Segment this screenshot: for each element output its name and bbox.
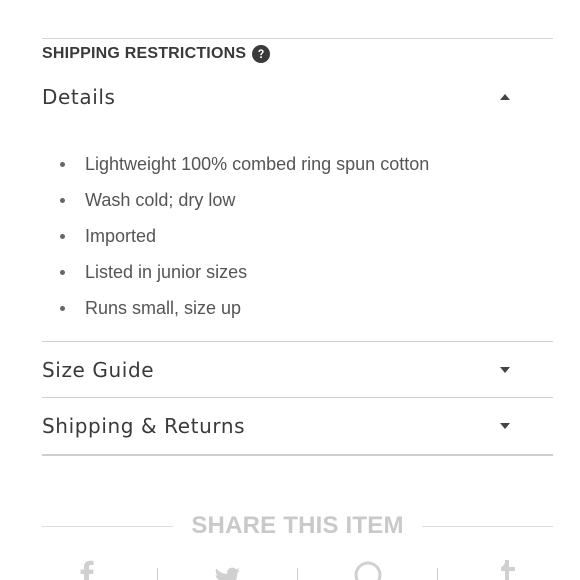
list-item: Runs small, size up	[42, 290, 429, 326]
list-item-text: Runs small, size up	[85, 297, 242, 318]
details-title: Details	[42, 85, 116, 109]
social-share-row	[42, 560, 553, 580]
bullet-icon	[60, 197, 65, 203]
top-divider	[42, 38, 553, 39]
facebook-icon[interactable]	[67, 560, 107, 580]
share-title: SHARE THIS ITEM	[191, 512, 404, 539]
pinterest-icon[interactable]	[348, 560, 388, 580]
social-divider	[156, 568, 158, 580]
divider	[42, 397, 553, 398]
share-line-left	[42, 525, 174, 527]
list-item: Wash cold; dry low	[42, 182, 429, 218]
list-item-text: Wash cold; dry low	[85, 189, 236, 210]
bullet-icon	[60, 233, 65, 239]
caret-down-icon	[500, 423, 510, 429]
list-item: Lightweight 100% combed ring spun cotton	[42, 146, 429, 182]
divider	[42, 341, 553, 342]
shipping-returns-title: Shipping & Returns	[42, 414, 246, 438]
social-divider	[296, 568, 298, 580]
list-item-text: Lightweight 100% combed ring spun cotton	[85, 153, 430, 174]
list-item-text: Imported	[85, 225, 157, 246]
shipping-returns-accordion-header[interactable]: Shipping & Returns	[42, 410, 526, 442]
tumblr-icon[interactable]	[488, 560, 528, 580]
list-item-text: Listed in junior sizes	[85, 261, 248, 282]
details-accordion-header[interactable]: Details	[42, 82, 526, 112]
question-circle-icon[interactable]	[252, 45, 271, 63]
divider	[42, 454, 553, 456]
bullet-icon	[60, 161, 65, 167]
size-guide-accordion-header[interactable]: Size Guide	[42, 354, 526, 386]
size-guide-title: Size Guide	[42, 358, 155, 382]
details-list: Lightweight 100% combed ring spun cotton…	[42, 146, 429, 326]
caret-up-icon	[500, 94, 510, 100]
share-heading: SHARE THIS ITEM	[42, 508, 553, 544]
social-divider	[437, 568, 439, 580]
shipping-restrictions-label: SHIPPING RESTRICTIONS	[42, 45, 247, 62]
bullet-icon	[60, 305, 65, 311]
product-info-panel: SHIPPING RESTRICTIONS Details Lightweigh…	[0, 0, 580, 580]
bullet-icon	[60, 269, 65, 275]
share-line-right	[421, 525, 553, 527]
list-item: Imported	[42, 218, 429, 254]
caret-down-icon	[500, 367, 510, 373]
twitter-icon[interactable]	[207, 560, 247, 580]
shipping-restrictions-link[interactable]: SHIPPING RESTRICTIONS	[42, 43, 271, 65]
list-item: Listed in junior sizes	[42, 254, 429, 290]
